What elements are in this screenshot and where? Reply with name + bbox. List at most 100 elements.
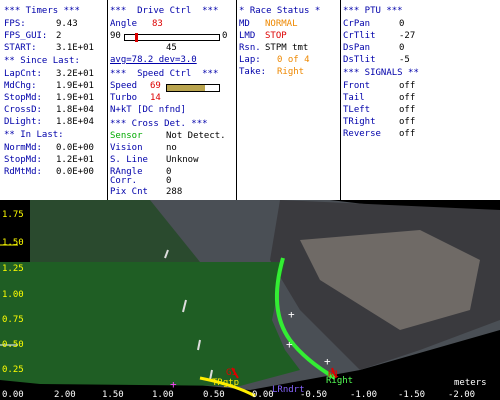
signal-value: off [399, 93, 416, 103]
speed-bar [166, 84, 220, 92]
angle-slider [124, 33, 220, 42]
since-value: 1.8E+04 [56, 105, 94, 115]
angle-slider-marker [135, 33, 138, 42]
speed-bar-fill [167, 85, 205, 91]
race-lap-value: 0 of 4 [277, 55, 310, 65]
timers-header: *** Timers *** [4, 6, 80, 16]
plus-marker: + [324, 355, 331, 368]
since-label: StopMd: [4, 93, 42, 103]
y-axis-label: 0.25 [2, 365, 24, 375]
speed-label: Speed [110, 81, 138, 91]
since-label: LapCnt: [4, 69, 42, 79]
x-axis-label: 1.50 [102, 390, 124, 400]
ptu-label: DsTlit [343, 55, 376, 65]
ptu-header: *** PTU *** [343, 6, 403, 16]
y-axis-label: 0.50 [2, 340, 24, 350]
race-label: Take: [239, 67, 267, 77]
cross-value: Not Detect. [166, 131, 226, 141]
camera-field-svg: + + + + [0, 200, 500, 400]
since-value: 3.2E+01 [56, 69, 94, 79]
in-last-label: NormMd: [4, 143, 42, 153]
angle-value: 83 [152, 19, 163, 29]
ptu-value: -5 [399, 55, 410, 65]
cross-value: 0 [166, 176, 172, 186]
drive-ctrl-panel: *** Drive Ctrl *** Angle 83 90 0 45 avg=… [108, 0, 236, 200]
angle-scale-right: 0 [222, 31, 228, 41]
race-status-panel: * Race Status * MD NORMAL LMD STOP Rsn. … [237, 0, 340, 200]
x-axis-label: 2.00 [54, 390, 76, 400]
x-axis-label: -2.00 [448, 390, 476, 400]
angle-label: Angle [110, 19, 138, 29]
timer-value: 2 [56, 31, 62, 41]
turbo-value: 14 [150, 93, 161, 103]
race-label: Rsn. [239, 43, 261, 53]
speed-value: 69 [150, 81, 161, 91]
ptu-value: 0 [399, 43, 405, 53]
drive-ctrl-header: *** Drive Ctrl *** [110, 6, 219, 16]
turbo-label: Turbo [110, 93, 138, 103]
timer-value: 9.43 [56, 19, 78, 29]
race-last-mode-value: STOP [265, 31, 287, 41]
y-axis-label: 1.50 [2, 238, 24, 248]
in-last-header: ** In Last: [4, 130, 64, 140]
ptu-label: CrTlit [343, 31, 376, 41]
signal-value: off [399, 105, 416, 115]
x-axis-label: -1.00 [350, 390, 378, 400]
angle-scale-mid: 45 [166, 43, 177, 53]
cross-det-header: *** Cross Det. *** [110, 119, 208, 129]
cross-value: no [166, 143, 177, 153]
in-last-label: RdMtMd: [4, 167, 42, 177]
signal-value: off [399, 129, 416, 139]
y-axis-label: 0.00 [2, 390, 24, 400]
cross-label: Sensor [110, 131, 143, 141]
since-value: 1.9E+01 [56, 81, 94, 91]
y-axis-label: 0.75 [2, 315, 24, 325]
signal-value: off [399, 117, 416, 127]
x-axis-label: 0.00 [252, 390, 274, 400]
since-label: CrossD: [4, 105, 42, 115]
ptu-panel: *** PTU *** CrPan 0 CrTlit -27 DsPan 0 D… [341, 0, 500, 200]
timers-panel: *** Timers *** FPS: 9.43 FPS_GUI: 2 STAR… [0, 0, 108, 200]
race-label: MD [239, 19, 250, 29]
x-axis-label: -1.50 [398, 390, 426, 400]
signal-label: Front [343, 81, 371, 91]
plus-marker: + [286, 338, 293, 351]
in-last-value: 1.2E+01 [56, 155, 94, 165]
nkt-text: N+kT [DC nfnd] [110, 105, 186, 115]
since-label: DLight: [4, 117, 42, 127]
ptu-value: -27 [399, 31, 416, 41]
trgtp-label: TRgtp [212, 378, 240, 388]
cross-label: S. Line [110, 155, 148, 165]
floor-overlay [0, 262, 300, 386]
y-axis-label: 1.75 [2, 210, 24, 220]
race-take-value: Right [277, 67, 305, 77]
race-label: LMD [239, 31, 256, 41]
since-label: MdChg: [4, 81, 37, 91]
signal-value: off [399, 81, 416, 91]
race-mode-value: NORMAL [265, 19, 298, 29]
in-last-value: 0.0E+00 [56, 167, 94, 177]
cross-label: Vision [110, 143, 143, 153]
x-axis-unit: meters [454, 378, 487, 388]
plus-marker: + [288, 308, 295, 321]
ptu-value: 0 [399, 19, 405, 29]
race-status-header: * Race Status * [239, 6, 321, 16]
signal-label: Reverse [343, 129, 381, 139]
timer-value: 3.1E+01 [56, 43, 94, 53]
cross-value: Unknow [166, 155, 199, 165]
ptu-label: CrPan [343, 19, 371, 29]
timer-label: FPS: [4, 19, 26, 29]
signal-label: TLeft [343, 105, 371, 115]
ptu-label: DsPan [343, 43, 371, 53]
since-value: 1.8E+04 [56, 117, 94, 127]
race-reason-value: STPM tmt [265, 43, 309, 53]
signals-header: *** SIGNALS ** [343, 68, 419, 78]
timer-label: FPS_GUI: [4, 31, 48, 41]
speed-ctrl-header: *** Speed Ctrl *** [110, 69, 219, 79]
angle-avg-text: avg=78.2 dev=3.0 [110, 55, 197, 65]
race-label: Lap: [239, 55, 261, 65]
lrndrt-label: LRndrt [272, 385, 305, 395]
cross-label: Corr. [110, 176, 138, 186]
y-axis-label: 1.25 [2, 264, 24, 274]
signal-label: TRight [343, 117, 376, 127]
